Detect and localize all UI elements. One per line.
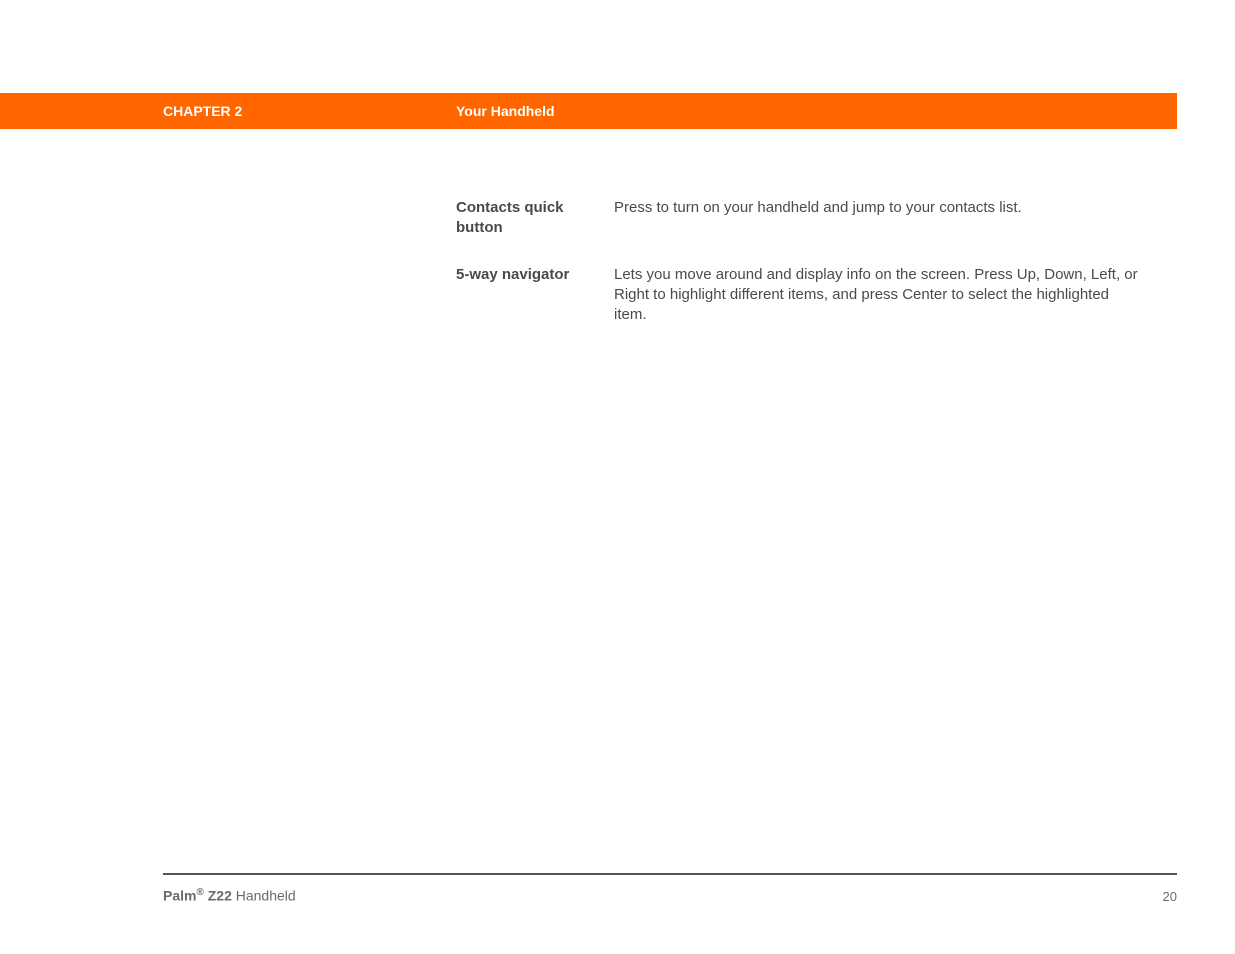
definition-description: Press to turn on your handheld and jump … [614, 198, 1140, 239]
page-footer: Palm® Z22 Handheld 20 [163, 873, 1177, 904]
definition-description: Lets you move around and display info on… [614, 265, 1140, 326]
chapter-label: CHAPTER 2 [163, 103, 242, 119]
definition-row: Contacts quick button Press to turn on y… [456, 198, 1140, 239]
footer-content: Palm® Z22 Handheld 20 [163, 887, 1177, 904]
footer-brand-suffix: Handheld [236, 888, 296, 904]
footer-brand-name: Palm [163, 888, 196, 904]
page-number: 20 [1163, 889, 1177, 904]
content-area: Contacts quick button Press to turn on y… [456, 198, 1140, 351]
definition-row: 5-way navigator Lets you move around and… [456, 265, 1140, 326]
footer-brand-model: Z22 [204, 888, 236, 904]
registered-symbol: ® [196, 887, 203, 898]
definition-term: Contacts quick button [456, 198, 614, 239]
footer-brand: Palm® Z22 Handheld [163, 887, 296, 904]
section-title: Your Handheld [456, 103, 555, 119]
page-header: CHAPTER 2 Your Handheld [0, 93, 1177, 129]
definition-term: 5-way navigator [456, 265, 614, 326]
footer-divider [163, 873, 1177, 875]
